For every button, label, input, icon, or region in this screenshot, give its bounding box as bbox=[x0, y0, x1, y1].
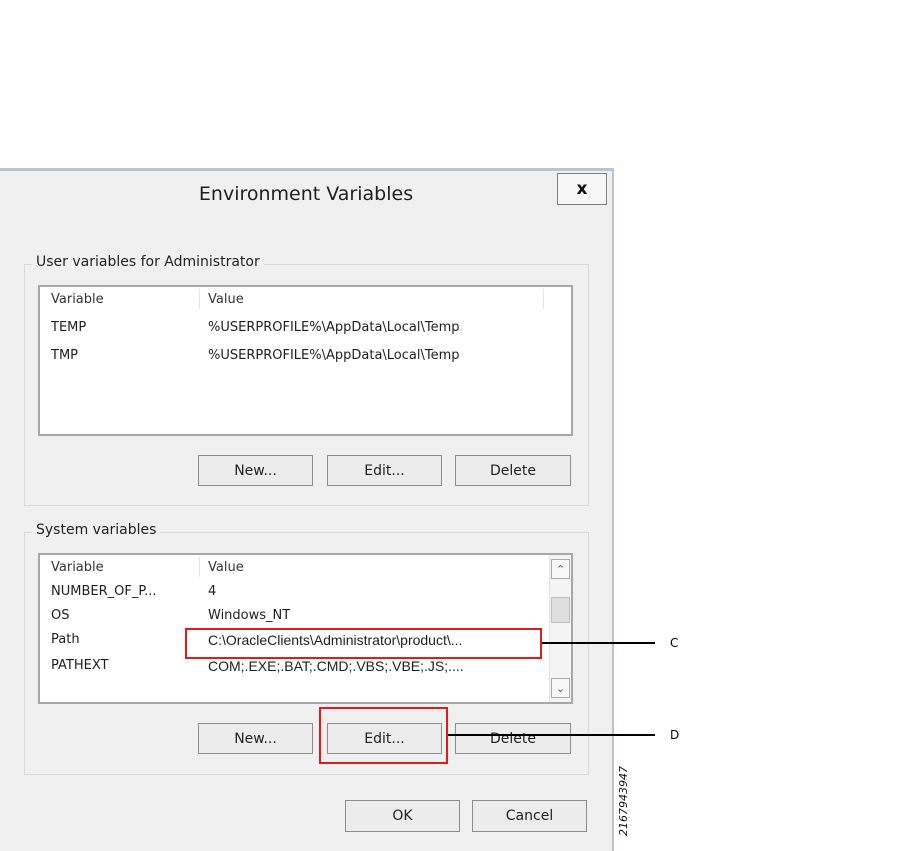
figure-id: 216794394​7 bbox=[617, 766, 630, 836]
callout-line-d bbox=[448, 734, 655, 736]
environment-variables-dialog: Environment Variables x User variables f… bbox=[0, 168, 614, 851]
column-divider bbox=[543, 289, 544, 309]
system-delete-button[interactable]: Delete bbox=[455, 723, 571, 754]
variable-cell: OS bbox=[51, 608, 70, 623]
scroll-down-button[interactable]: ⌄ bbox=[551, 678, 570, 698]
callout-label-c: C bbox=[670, 636, 679, 650]
value-cell: COM;.EXE;.BAT;.CMD;.VBS;.VBE;.JS;.... bbox=[208, 658, 464, 674]
user-new-button[interactable]: New... bbox=[198, 455, 313, 486]
scrollbar-thumb[interactable] bbox=[551, 597, 570, 623]
variable-cell: PATHEXT bbox=[51, 658, 109, 673]
value-cell: %USERPROFILE%\AppData\Local\Temp bbox=[208, 348, 460, 363]
user-delete-button[interactable]: Delete bbox=[455, 455, 571, 486]
close-icon: x bbox=[576, 179, 588, 199]
table-row[interactable]: NUMBER_OF_P... 4 bbox=[40, 579, 571, 605]
ok-button[interactable]: OK bbox=[345, 800, 460, 832]
vertical-scrollbar[interactable]: ⌃ ⌄ bbox=[549, 555, 571, 702]
close-button[interactable]: x bbox=[557, 173, 607, 205]
value-cell: 4 bbox=[208, 584, 217, 599]
list-header: Variable Value bbox=[40, 555, 571, 579]
chevron-up-icon: ⌃ bbox=[555, 562, 566, 576]
callout-line-c bbox=[542, 642, 655, 644]
system-variables-group-title: System variables bbox=[32, 522, 161, 538]
scroll-up-button[interactable]: ⌃ bbox=[551, 559, 570, 579]
path-value-highlight bbox=[185, 628, 542, 659]
table-row[interactable]: TEMP %USERPROFILE%\AppData\Local\Temp bbox=[40, 315, 571, 341]
table-row[interactable]: OS Windows_NT bbox=[40, 603, 571, 629]
callout-label-d: D bbox=[670, 728, 680, 742]
column-divider bbox=[199, 289, 200, 309]
column-divider bbox=[199, 557, 200, 577]
cancel-button[interactable]: Cancel bbox=[472, 800, 587, 832]
user-variables-list[interactable]: Variable Value TEMP %USERPROFILE%\AppDat… bbox=[38, 285, 573, 436]
column-header-value[interactable]: Value bbox=[208, 560, 244, 575]
variable-cell: TMP bbox=[51, 348, 78, 363]
chevron-down-icon: ⌄ bbox=[555, 681, 566, 695]
list-header: Variable Value bbox=[40, 287, 571, 311]
variable-cell: NUMBER_OF_P... bbox=[51, 584, 157, 599]
value-cell: %USERPROFILE%\AppData\Local\Temp bbox=[208, 320, 460, 335]
title-bar: Environment Variables x bbox=[0, 171, 612, 221]
value-cell: Windows_NT bbox=[208, 608, 291, 623]
variable-cell: TEMP bbox=[51, 320, 87, 335]
table-row[interactable]: TMP %USERPROFILE%\AppData\Local\Temp bbox=[40, 343, 571, 369]
user-variables-group-title: User variables for Administrator bbox=[32, 254, 264, 270]
column-header-variable[interactable]: Variable bbox=[51, 292, 104, 307]
system-new-button[interactable]: New... bbox=[198, 723, 313, 754]
user-edit-button[interactable]: Edit... bbox=[327, 455, 442, 486]
variable-cell: Path bbox=[51, 632, 80, 647]
dialog-title: Environment Variables bbox=[198, 183, 414, 205]
column-header-variable[interactable]: Variable bbox=[51, 560, 104, 575]
column-header-value[interactable]: Value bbox=[208, 292, 244, 307]
edit-button-highlight bbox=[319, 707, 448, 764]
